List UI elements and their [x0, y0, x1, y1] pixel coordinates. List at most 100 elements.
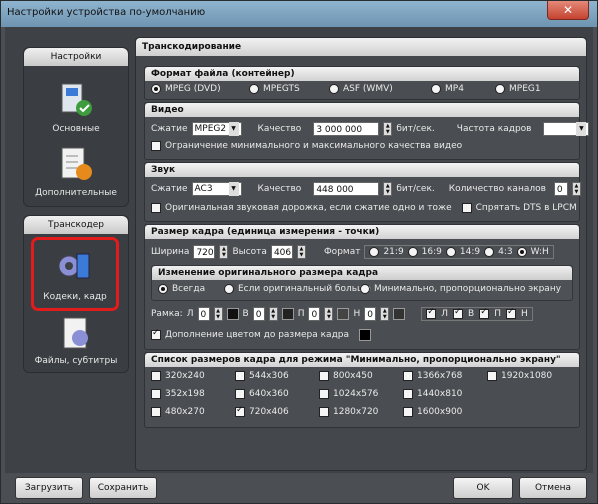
size-checkbox[interactable]	[235, 371, 245, 381]
size-item[interactable]: 1024x576	[319, 389, 378, 399]
size-item[interactable]: 640x360	[235, 389, 289, 399]
border-bottom-label: Н	[353, 309, 361, 319]
format-radio-mpeg1[interactable]	[495, 84, 505, 94]
format-radio-asf[interactable]	[329, 84, 339, 94]
audio-original-checkbox[interactable]	[151, 203, 161, 213]
ratio-radio-w-h[interactable]	[516, 247, 527, 257]
size-checkbox[interactable]	[151, 389, 161, 399]
ratio-radio-14-9[interactable]	[445, 247, 456, 257]
frame-width-input[interactable]: 720	[193, 245, 216, 259]
size-checkbox[interactable]	[151, 371, 161, 381]
cancel-button[interactable]: Отмена	[519, 477, 587, 499]
border-right-spinner[interactable]: ▲ ▼	[324, 307, 334, 321]
size-checkbox[interactable]	[403, 407, 413, 417]
radio-label: MP4	[445, 84, 464, 94]
size-item[interactable]: 800x450	[319, 371, 373, 381]
resize-radio-always[interactable]	[158, 284, 168, 294]
size-item[interactable]: 1440x810	[403, 389, 462, 399]
sidebar-item-advanced[interactable]: Дополнительные	[24, 144, 128, 198]
size-item[interactable]: 1600x900	[403, 407, 462, 417]
frame-height-spinner[interactable]: ▲ ▼	[296, 245, 306, 259]
size-item[interactable]: 1280x720	[319, 407, 378, 417]
size-checkbox[interactable]	[235, 405, 245, 417]
fill-color-swatch[interactable]	[359, 329, 372, 341]
checkbox-label: 1600x900	[417, 407, 463, 417]
sidebar-item-files[interactable]: Файлы, субтитры	[24, 316, 128, 366]
resize-radio-minimal[interactable]	[360, 284, 370, 294]
border-bottom-color[interactable]	[393, 308, 406, 320]
size-checkbox[interactable]	[319, 407, 329, 417]
video-fps-select[interactable]: ▼	[543, 122, 590, 136]
ratio-radio-21-9[interactable]	[369, 247, 380, 257]
format-radio-mpeg-dvd[interactable]	[151, 84, 161, 94]
border-left-color[interactable]	[226, 308, 239, 320]
checkbox-label: 480x270	[165, 407, 205, 417]
border-top-input[interactable]: 0	[252, 307, 265, 321]
size-item[interactable]: 320x240	[151, 371, 205, 381]
resize-radio-if-larger[interactable]	[224, 284, 234, 294]
audio-channels-input[interactable]: 0	[553, 182, 568, 196]
size-checkbox[interactable]	[319, 371, 329, 381]
format-radio-mpegts[interactable]	[249, 84, 259, 94]
sidebar-group-transcoder: Транскодер Кодеки, кадр Файлы, субтитры	[23, 215, 129, 373]
load-button[interactable]: Загрузить	[15, 477, 83, 499]
side-top-checkbox[interactable]	[453, 307, 464, 319]
size-checkbox[interactable]	[235, 389, 245, 399]
border-top-color[interactable]	[281, 308, 294, 320]
radio-label: ASF (WMV)	[343, 84, 393, 94]
resize-subsection: Изменение оригинального размера кадра Вс…	[151, 265, 573, 301]
close-button[interactable]: ✕	[547, 1, 589, 20]
size-item[interactable]: 720x406	[235, 405, 289, 417]
border-right-input[interactable]: 0	[308, 307, 321, 321]
side-bottom-checkbox[interactable]	[506, 307, 516, 319]
audio-quality-spinner[interactable]: ▲ ▼	[383, 182, 393, 196]
border-left-input[interactable]: 0	[197, 307, 210, 321]
radio-label: 21:9	[383, 247, 404, 257]
border-bottom-input[interactable]: 0	[364, 307, 377, 321]
frame-height-input[interactable]: 406	[270, 245, 293, 259]
audio-hide-dts-checkbox[interactable]	[461, 203, 472, 213]
format-radio-mp4[interactable]	[431, 84, 441, 94]
sidebar-item-label: Кодеки, кадр	[43, 292, 107, 302]
frame-size-row: Ширина 720 ▲ ▼ Высота 406 ▲ ▼ Формат 21:9 …	[151, 245, 554, 259]
size-item[interactable]: 544x306	[235, 371, 289, 381]
size-item[interactable]: 480x270	[151, 407, 205, 417]
audio-channels-spinner[interactable]: ▲ ▼	[571, 182, 581, 196]
video-compression-label: Сжатие	[151, 124, 188, 134]
border-right-color[interactable]	[337, 308, 350, 320]
audio-quality-input[interactable]: 448 000	[313, 182, 380, 196]
ratio-radio-16-9[interactable]	[407, 247, 418, 257]
frame-width-spinner[interactable]: ▲ ▼	[219, 245, 229, 259]
chevron-down-icon: ▼	[576, 122, 587, 136]
video-compression-select[interactable]: MPEG2 ▼	[191, 122, 242, 136]
video-limit-checkbox[interactable]	[151, 141, 161, 151]
frame-format-label: Формат	[323, 247, 361, 257]
size-checkbox[interactable]	[403, 371, 413, 381]
size-checkbox[interactable]	[403, 389, 413, 399]
save-button[interactable]: Сохранить	[89, 477, 157, 499]
border-top-spinner[interactable]: ▲ ▼	[268, 307, 278, 321]
border-left-spinner[interactable]: ▲ ▼	[213, 307, 223, 321]
fill-color-checkbox[interactable]	[151, 328, 161, 340]
panel-title: Транскодирование	[136, 38, 586, 56]
size-item[interactable]: 352x198	[151, 389, 205, 399]
side-left-checkbox[interactable]	[426, 307, 437, 319]
sidebar-item-codecs[interactable]: Кодеки, кадр	[31, 237, 119, 311]
border-bottom-spinner[interactable]: ▲ ▼	[380, 307, 390, 321]
radio-label: Если оригинальный больше	[238, 284, 371, 294]
audio-compression-select[interactable]: AC3 ▼	[191, 182, 242, 196]
fill-row: Дополнение цветом до размера кадра	[151, 328, 372, 341]
size-item[interactable]: 1920x1080	[487, 371, 552, 381]
size-checkbox[interactable]	[487, 371, 497, 381]
ok-button[interactable]: OK	[453, 477, 513, 499]
section-title: Видео	[145, 103, 579, 117]
side-right-checkbox[interactable]	[479, 307, 490, 319]
sidebar-item-basic[interactable]: Основные	[24, 80, 128, 134]
video-quality-input[interactable]: 3 000 000	[313, 122, 380, 136]
size-checkbox[interactable]	[151, 407, 161, 417]
size-checkbox[interactable]	[319, 389, 329, 399]
size-item[interactable]: 1366x768	[403, 371, 462, 381]
video-quality-label: Качество	[257, 124, 302, 134]
video-quality-spinner[interactable]: ▲ ▼	[383, 122, 393, 136]
ratio-radio-4-3[interactable]	[484, 247, 495, 257]
